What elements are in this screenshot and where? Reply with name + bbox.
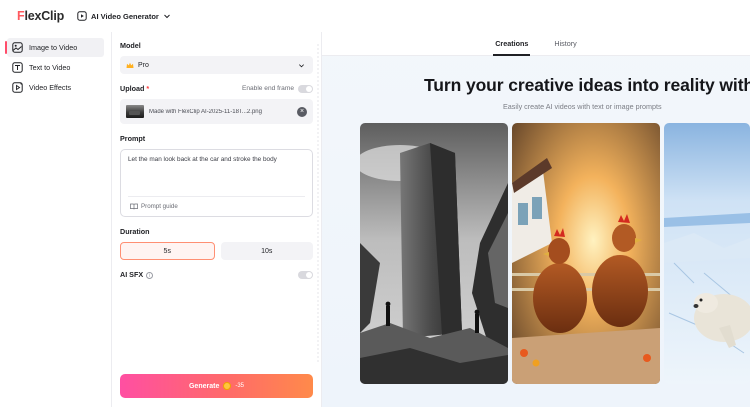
upload-label-text: Upload (120, 84, 145, 93)
top-bar: FlexClip AI Video Generator (0, 0, 750, 32)
chevron-down-icon (163, 14, 170, 19)
sidebar-item-label: Image to Video (29, 43, 78, 52)
example-card-monolith[interactable] (360, 123, 508, 384)
sidebar-item-label: Text to Video (29, 63, 71, 72)
hero-subtitle: Easily create AI videos with text or ima… (503, 102, 662, 111)
credit-cost: -35 (235, 383, 245, 389)
prompt-guide-label: Prompt guide (141, 203, 178, 210)
end-frame-toggle[interactable] (298, 84, 313, 93)
ai-sfx-text: AI SFX (120, 270, 144, 279)
sidebar-item-label: Video Effects (29, 83, 72, 92)
logo-letter: F (17, 9, 25, 23)
file-thumbnail (126, 105, 144, 118)
info-icon[interactable]: i (146, 271, 154, 279)
duration-10s-button[interactable]: 10s (220, 242, 313, 260)
book-icon (130, 203, 138, 210)
text-to-video-icon (12, 62, 23, 73)
model-value: Pro (138, 61, 149, 69)
model-label: Model (120, 41, 141, 50)
duration-5s-button[interactable]: 5s (120, 242, 215, 260)
chickens-image (512, 123, 660, 384)
end-frame-label: Enable end frame (241, 85, 294, 92)
crown-icon (126, 62, 134, 68)
panel-scrollbar[interactable] (317, 44, 319, 364)
prompt-guide-button[interactable]: Prompt guide (130, 203, 178, 210)
example-card-chickens[interactable] (512, 123, 660, 384)
prompt-label: Prompt (120, 134, 146, 143)
tool-switcher[interactable]: AI Video Generator (77, 11, 171, 21)
ai-sfx-toggle[interactable] (298, 270, 313, 279)
generate-label: Generate (188, 382, 220, 390)
prompt-input[interactable]: Let the man look back at the car and str… (120, 149, 313, 217)
logo-text: lexClip (24, 9, 65, 23)
required-mark: * (146, 84, 150, 93)
chevron-down-icon (299, 63, 304, 67)
left-sidebar: Image to Video Text to Video Video Effec… (0, 32, 112, 407)
prompt-text: Let the man look back at the car and str… (128, 156, 277, 163)
upload-label: Upload * (120, 84, 149, 93)
example-card-polar-bear[interactable] (664, 123, 750, 384)
tab-creations[interactable]: Creations (493, 39, 531, 56)
ai-sfx-label: AI SFX i (120, 270, 154, 279)
file-name: Made with FlexClip AI-2025-11-18T...2.pn… (149, 108, 262, 115)
close-icon: × (299, 107, 305, 115)
uploaded-file[interactable]: Made with FlexClip AI-2025-11-18T...2.pn… (120, 99, 313, 124)
prompt-divider (128, 196, 305, 197)
model-select[interactable]: Pro (120, 56, 313, 74)
polar-bear-image (664, 123, 750, 384)
settings-panel: Model Pro Upload * Enable end frame Made… (112, 32, 322, 407)
image-to-video-icon (12, 42, 23, 53)
flexclip-logo[interactable]: FlexClip (17, 9, 64, 23)
sidebar-item-text-to-video[interactable]: Text to Video (7, 58, 104, 77)
duration-label: Duration (120, 227, 150, 236)
sidebar-item-video-effects[interactable]: Video Effects (7, 78, 104, 97)
remove-file-button[interactable]: × (297, 106, 307, 117)
coin-icon (223, 382, 232, 390)
tool-name: AI Video Generator (91, 11, 159, 21)
hero-title: Turn your creative ideas into reality wi… (424, 75, 750, 95)
main-area: Creations History Turn your creative ide… (322, 32, 750, 407)
monolith-image (360, 123, 508, 384)
tab-history[interactable]: History (554, 39, 576, 55)
main-tabs: Creations History (322, 32, 750, 56)
sidebar-item-image-to-video[interactable]: Image to Video (5, 38, 104, 57)
video-effects-icon (12, 82, 23, 93)
duration-options: 5s 10s (120, 242, 313, 260)
ai-video-generator-icon (77, 11, 87, 21)
generate-button[interactable]: Generate -35 (120, 374, 313, 398)
